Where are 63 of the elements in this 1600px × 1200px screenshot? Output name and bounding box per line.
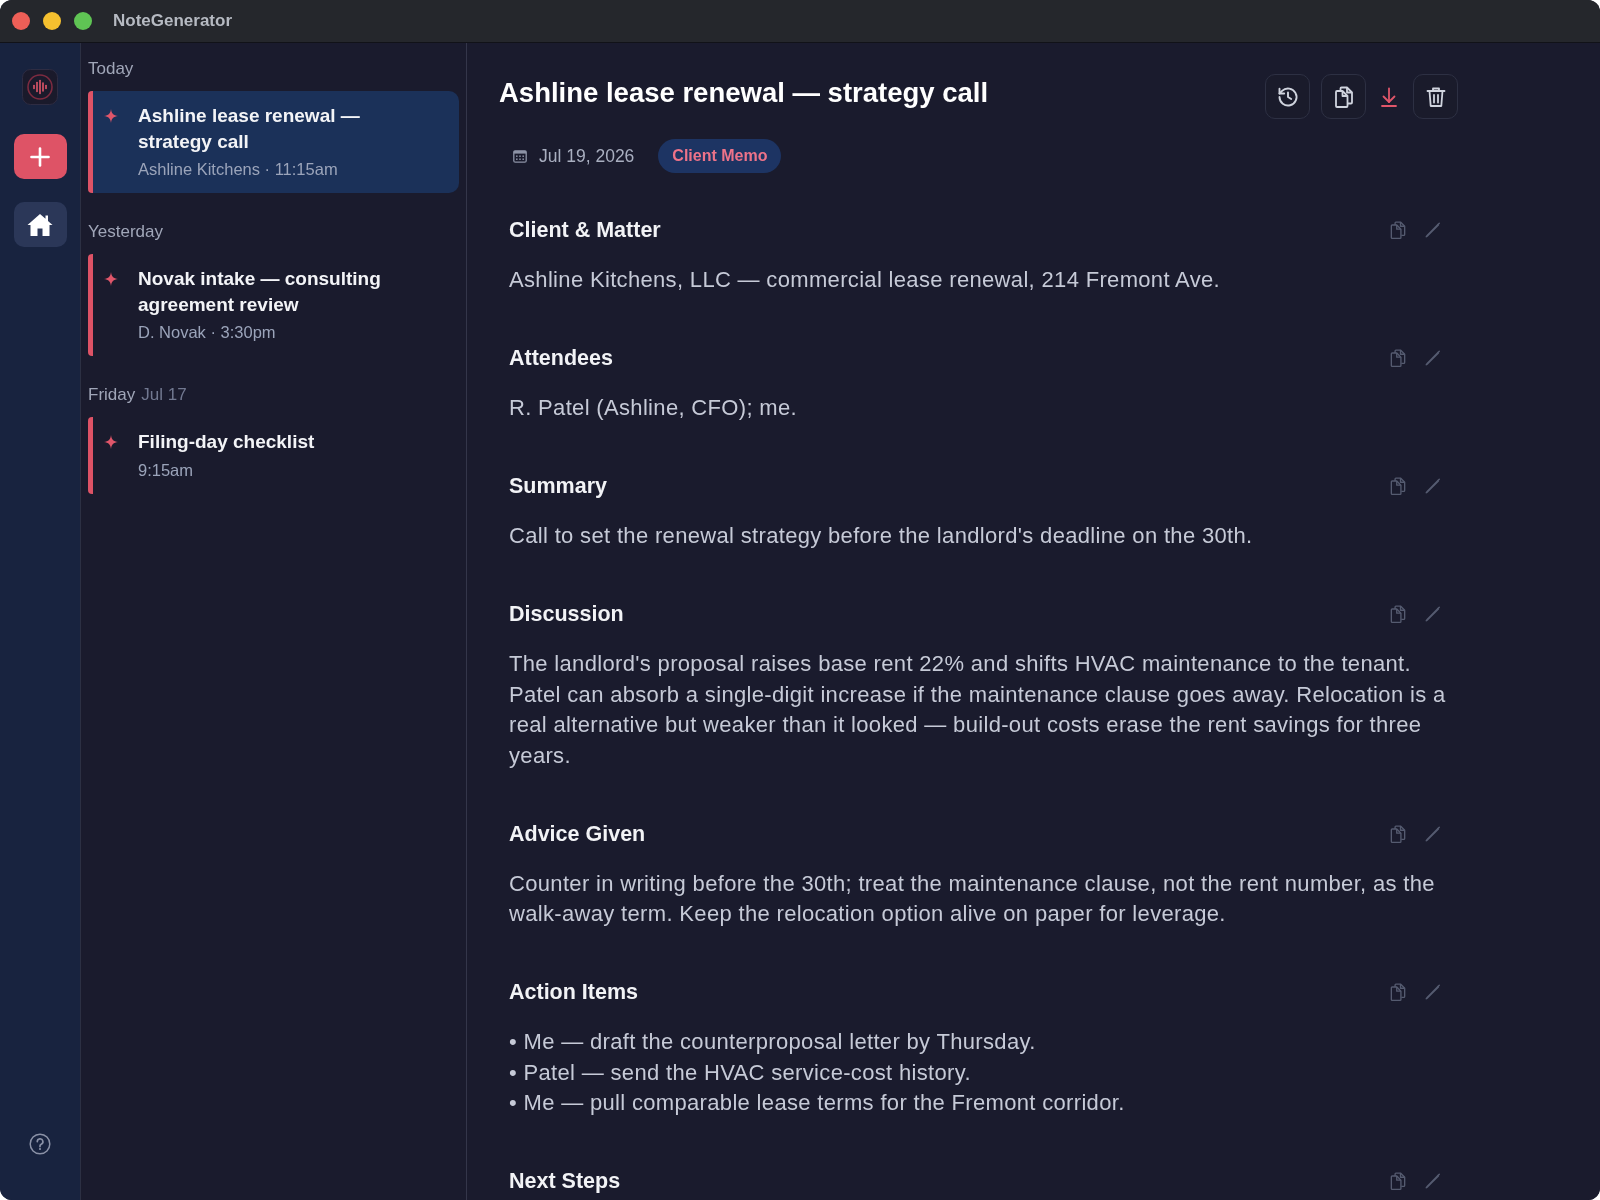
action-item: • Patel — send the HVAC service-cost history. bbox=[509, 1058, 971, 1087]
window-title: NoteGenerator bbox=[113, 10, 233, 33]
note-list-item[interactable]: Novak intake — consulting agreement review D. Novak · 3:30pm bbox=[88, 254, 459, 356]
copy-button[interactable] bbox=[1321, 74, 1366, 119]
category-tag: Client Memo bbox=[658, 139, 782, 173]
calendar-icon bbox=[513, 149, 527, 163]
minimize-button[interactable] bbox=[43, 12, 61, 30]
section-text: The landlord's proposal raises base rent 22% and shifts HVAC maintenance to the tenant. Patel can absorb a single-digit increase if the maintenance clause goes away. Relocation is a real alternative but weaker than it looked — build-out costs erase the rent savings for three years. bbox=[509, 649, 1447, 770]
note-title: Ashline lease renewal — strategy call bbox=[138, 104, 361, 154]
group-label: Yesterday bbox=[88, 221, 163, 243]
download-icon[interactable] bbox=[1380, 86, 1398, 107]
section-heading: Attendees bbox=[509, 345, 613, 372]
copy-icon[interactable] bbox=[1388, 220, 1408, 240]
group-label: Today bbox=[88, 58, 134, 80]
section-heading: Action Items bbox=[509, 979, 639, 1007]
section-heading: Summary bbox=[509, 472, 607, 500]
sparkle-icon bbox=[104, 272, 118, 286]
pencil-icon[interactable] bbox=[1424, 221, 1442, 239]
pencil-icon[interactable] bbox=[1424, 604, 1442, 623]
note-heading: Ashline lease renewal — strategy call bbox=[499, 76, 989, 110]
delete-button[interactable] bbox=[1413, 74, 1458, 119]
copy-icon[interactable] bbox=[1388, 1171, 1408, 1192]
section-text: R. Patel (Ashline, CFO); me. bbox=[509, 394, 798, 422]
copy-icon[interactable] bbox=[1388, 823, 1408, 844]
close-button[interactable] bbox=[12, 12, 30, 30]
pencil-icon[interactable] bbox=[1424, 983, 1442, 1002]
sparkle-icon bbox=[104, 435, 118, 449]
note-list-item[interactable]: Ashline lease renewal — strategy call Ashline Kitchens · 11:15am bbox=[88, 91, 459, 193]
zoom-button[interactable] bbox=[74, 12, 92, 30]
group-label: Friday bbox=[88, 384, 136, 406]
note-meta: D. Novak · 3:30pm bbox=[138, 322, 276, 343]
pencil-icon[interactable] bbox=[1424, 824, 1442, 843]
note-title: Filing-day checklist bbox=[138, 430, 315, 454]
new-note-button[interactable] bbox=[13, 134, 67, 179]
action-item: • Me — pull comparable lease terms for the Fremont corridor. bbox=[509, 1089, 1125, 1118]
pencil-icon[interactable] bbox=[1424, 1172, 1442, 1191]
copy-icon[interactable] bbox=[1388, 475, 1408, 496]
section-text: Call to set the renewal strategy before the landlord's deadline on the 30th. bbox=[509, 521, 1254, 550]
copy-icon[interactable] bbox=[1388, 603, 1408, 624]
note-list-item[interactable]: Filing-day checklist 9:15am bbox=[88, 417, 459, 494]
action-item: • Me — draft the counterproposal letter by Thursday. bbox=[509, 1028, 1036, 1057]
copy-icon[interactable] bbox=[1388, 982, 1408, 1003]
note-meta: 9:15am bbox=[138, 459, 194, 481]
pencil-icon[interactable] bbox=[1424, 476, 1442, 495]
section-heading: Client & Matter bbox=[509, 217, 661, 244]
note-title: Novak intake — consulting agreement review bbox=[138, 267, 382, 317]
copy-icon[interactable] bbox=[1388, 348, 1408, 368]
group-date: Jul 17 bbox=[141, 384, 187, 406]
section-heading: Advice Given bbox=[509, 820, 646, 848]
plus-icon bbox=[30, 146, 50, 167]
home-button[interactable] bbox=[13, 202, 67, 247]
note-meta: Ashline Kitchens · 11:15am bbox=[138, 159, 338, 180]
section-text: Ashline Kitchens, LLC — commercial lease renewal, 214 Fremont Ave. bbox=[509, 266, 1222, 294]
section-heading: Discussion bbox=[509, 600, 624, 628]
section-heading: Next Steps bbox=[509, 1168, 621, 1196]
pencil-icon[interactable] bbox=[1424, 349, 1442, 367]
sparkle-icon bbox=[104, 109, 118, 123]
app-logo-icon bbox=[22, 69, 58, 105]
note-date: Jul 19, 2026 bbox=[539, 144, 635, 168]
section-text: Counter in writing before the 30th; treat the maintenance clause, not the rent number, as the walk-away term. Keep the relocation option alive on paper for leverage. bbox=[509, 869, 1436, 929]
history-button[interactable] bbox=[1265, 74, 1310, 119]
help-icon[interactable] bbox=[29, 1133, 51, 1155]
house-icon bbox=[27, 212, 53, 237]
